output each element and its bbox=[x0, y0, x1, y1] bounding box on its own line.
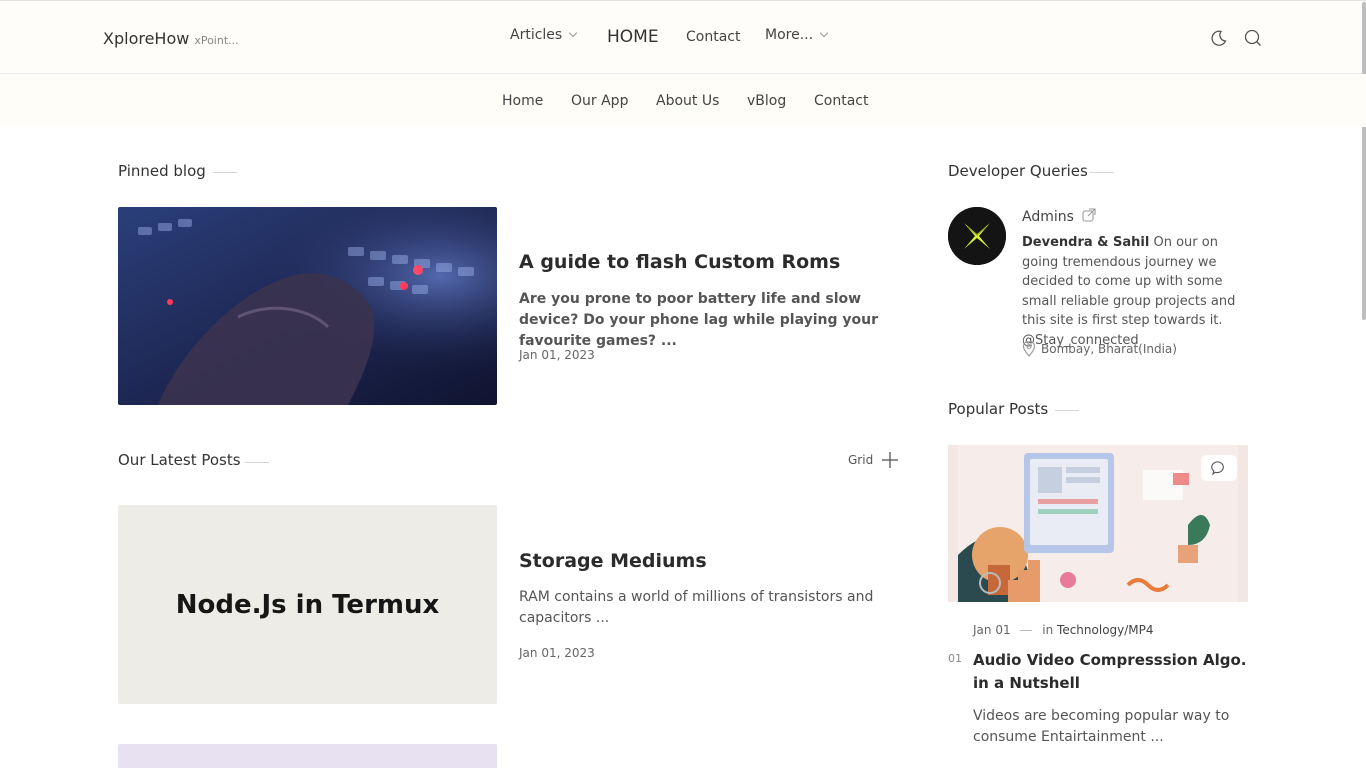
pinned-post-title[interactable]: A guide to flash Custom Roms bbox=[519, 251, 840, 273]
popular-post-date: Jan 01 bbox=[973, 623, 1011, 637]
subnav-item-about-us[interactable]: About Us bbox=[656, 93, 719, 109]
grid-view-label[interactable]: Grid bbox=[848, 453, 873, 467]
section-divider bbox=[1090, 172, 1114, 173]
pinned-post-thumbnail[interactable] bbox=[118, 207, 497, 405]
pinned-post-excerpt: Are you prone to poor battery life and s… bbox=[519, 291, 879, 349]
subnav-item-contact[interactable]: Contact bbox=[814, 93, 868, 109]
grid-view-toggle[interactable]: Grid bbox=[848, 451, 899, 469]
nav-home[interactable]: HOME bbox=[607, 27, 659, 49]
comment-icon[interactable] bbox=[1201, 455, 1237, 481]
brand-logo[interactable]: XploreHow xPoint... bbox=[103, 29, 239, 48]
search-icon[interactable] bbox=[1244, 29, 1262, 47]
location-pin-icon bbox=[1022, 341, 1036, 357]
subnav-item-vblog[interactable]: vBlog bbox=[747, 93, 786, 109]
page-scrollbar[interactable] bbox=[1362, 2, 1366, 320]
admins-bio: Devendra & Sahil On our on going tremend… bbox=[1022, 233, 1248, 350]
location-text: Bombay, Bharat(India) bbox=[1041, 342, 1177, 356]
avatar[interactable] bbox=[948, 207, 1006, 265]
bio-authors: Devendra & Sahil bbox=[1022, 235, 1150, 250]
pinned-post-date: Jan 01, 2023 bbox=[519, 348, 595, 362]
popular-posts-title: Popular Posts bbox=[948, 400, 1049, 418]
latest-section-title: Our Latest Posts bbox=[118, 451, 241, 469]
plus-icon[interactable] bbox=[881, 451, 899, 469]
popular-post-in-label: in bbox=[1042, 623, 1054, 637]
external-link-icon[interactable] bbox=[1082, 208, 1096, 222]
section-divider bbox=[213, 172, 237, 173]
brand-tagline: xPoint... bbox=[194, 34, 239, 47]
brand-name[interactable]: XploreHow bbox=[103, 29, 189, 48]
developer-queries-title: Developer Queries bbox=[948, 162, 1088, 180]
nav-articles[interactable]: Articles bbox=[510, 27, 578, 49]
admins-link[interactable]: Admins bbox=[1022, 208, 1096, 225]
latest-post-title[interactable]: Storage Mediums bbox=[519, 550, 707, 572]
nav-articles-label[interactable]: Articles bbox=[510, 27, 562, 43]
meta-separator bbox=[1020, 630, 1033, 631]
bio-text: On our on going tremendous journey we de… bbox=[1022, 235, 1236, 348]
popular-post-category[interactable]: Technology/MP4 bbox=[1057, 623, 1154, 637]
nav-more-label[interactable]: More... bbox=[765, 27, 813, 43]
pinned-section-title: Pinned blog bbox=[118, 162, 206, 180]
secondary-nav: Home Our App About Us vBlog Contact bbox=[0, 74, 1366, 127]
site-header: XploreHow xPoint... Articles HOME Contact… bbox=[0, 0, 1366, 74]
section-divider bbox=[245, 462, 269, 463]
latest-post-excerpt: RAM contains a world of millions of tran… bbox=[519, 589, 874, 626]
next-post-thumbnail[interactable] bbox=[118, 744, 497, 768]
moon-icon[interactable] bbox=[1210, 29, 1228, 47]
admins-label[interactable]: Admins bbox=[1022, 209, 1074, 225]
chevron-down-icon bbox=[568, 28, 578, 38]
popular-post-excerpt: Videos are becoming popular way to consu… bbox=[973, 708, 1230, 745]
subnav-item-home[interactable]: Home bbox=[502, 93, 543, 109]
nav-contact[interactable]: Contact bbox=[686, 29, 740, 51]
popular-post-meta: Jan 01 in Technology/MP4 bbox=[973, 623, 1154, 637]
latest-post-thumbnail[interactable]: Node.Js in Termux bbox=[118, 505, 497, 704]
chevron-down-icon bbox=[819, 28, 829, 38]
thumbnail-text: Node.Js in Termux bbox=[175, 589, 440, 620]
latest-post-date: Jan 01, 2023 bbox=[519, 646, 595, 660]
subnav-item-our-app[interactable]: Our App bbox=[571, 93, 628, 109]
popular-post-number: 01 bbox=[948, 652, 962, 665]
nav-more[interactable]: More... bbox=[765, 27, 829, 49]
section-divider bbox=[1055, 410, 1079, 411]
location: Bombay, Bharat(India) bbox=[1022, 341, 1177, 357]
popular-post-title[interactable]: Audio Video Compresssion Algo. in a Nuts… bbox=[973, 649, 1253, 695]
